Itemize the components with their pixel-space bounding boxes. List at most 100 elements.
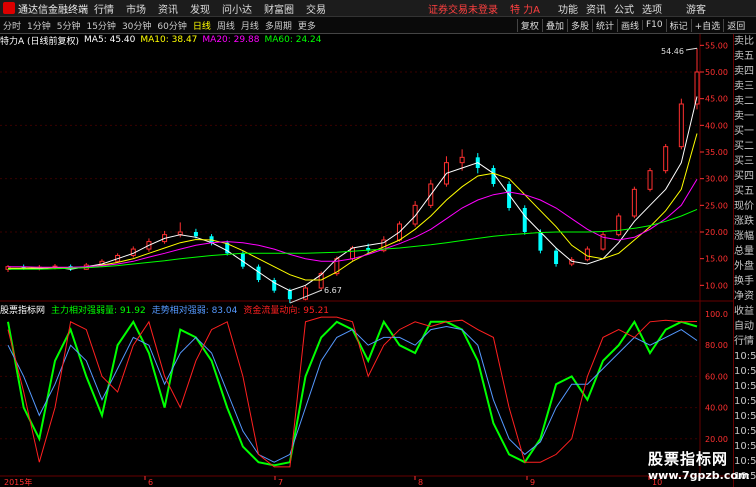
indicator-axis-label: 20.00 [705, 435, 728, 444]
low-price-annotation: 6.67 [324, 286, 342, 295]
side-panel-cell: 买三 [734, 156, 754, 167]
side-panel-cell: 10:50 [734, 411, 756, 422]
period-tab-monthly[interactable]: 月线 [241, 19, 259, 32]
price-axis-label: 45.00 [705, 95, 728, 104]
indicator-axis-label: 40.00 [705, 404, 728, 413]
period-tab-daily[interactable]: 日线 [193, 19, 211, 32]
chart-canvas[interactable]: 55.00 50.00 45.00 40.00 35.00 30.00 25.00 20.00… [0, 34, 733, 487]
app-logo-icon [3, 2, 15, 14]
price-axis-label: 55.00 [705, 41, 728, 50]
menu-item-wealth[interactable]: 财富圈 [264, 1, 294, 16]
date-axis-label: 9 [530, 478, 535, 487]
period-tab-15min[interactable]: 15分钟 [86, 19, 115, 32]
side-panel-cell: 买四 [734, 171, 754, 182]
period-tab-timeshare[interactable]: 分时 [3, 19, 21, 32]
price-axis-label: 30.00 [705, 175, 728, 184]
candle-body-down [538, 232, 543, 251]
side-panel-cell: 10:50 [734, 381, 756, 392]
user-label[interactable]: 游客 [686, 1, 706, 16]
indicator-line-1 [7, 319, 698, 467]
watermark-line2: www.7gpzb.com [648, 469, 750, 482]
period-tab-60min[interactable]: 60分钟 [157, 19, 186, 32]
side-panel-cell: 净资 [734, 291, 754, 302]
indicator-axis-label: 80.00 [705, 341, 728, 350]
side-panel-cell: 涨幅 [734, 231, 754, 242]
period-tab-5min[interactable]: 5分钟 [57, 19, 81, 32]
candle-body-up [631, 188, 637, 217]
price-axis-label: 40.00 [705, 121, 728, 130]
side-panel-cell: 卖二 [734, 96, 754, 107]
period-tab-1min[interactable]: 1分钟 [27, 19, 51, 32]
menu-item-ask[interactable]: 问小达 [222, 1, 252, 16]
side-panel-cell: 自动 [734, 321, 754, 332]
price-axis-label: 50.00 [705, 68, 728, 77]
watermark: 股票指标网 www.7gpzb.com [648, 448, 749, 482]
stats-button[interactable]: 统计 [591, 18, 617, 32]
period-tab-more[interactable]: 更多 [298, 19, 316, 32]
date-axis-label: 8 [418, 478, 423, 487]
indicator-line-2 [7, 325, 698, 463]
current-stock-name: 特 力A [510, 4, 541, 16]
mark-button[interactable]: 标记 [665, 18, 691, 32]
draw-line-button[interactable]: 画线 [616, 18, 642, 32]
overlay-button[interactable]: 叠加 [541, 18, 567, 32]
add-watchlist-button[interactable]: +自选 [690, 18, 724, 32]
side-panel-cell: 现价 [734, 201, 754, 212]
quote-side-panel: 卖比 卖五 卖四 卖三 卖二 卖一 买一 买二 买三 买四 买五 现价 涨跌 涨幅 总量 外盘 换手 净资 收益 自动… [733, 34, 756, 487]
menu-item-options[interactable]: 选项 [642, 1, 662, 16]
side-panel-cell: 10:50 [734, 351, 756, 362]
menu-item-discover[interactable]: 发现 [190, 1, 210, 16]
menu-item-quotes[interactable]: 行情 [94, 1, 114, 16]
candle-body-up [616, 215, 622, 236]
side-panel-cell: 10:50 [734, 396, 756, 407]
side-panel-cell: 卖一 [734, 111, 754, 122]
trade-login-alert[interactable]: 证券交易未登录 [428, 1, 498, 16]
price-axis-label: 35.00 [705, 148, 728, 157]
side-panel-cell: 涨跌 [734, 216, 754, 227]
side-panel-cell: 10:50 [734, 366, 756, 377]
price-axis-label: 20.00 [705, 228, 728, 237]
menu-item-info[interactable]: 资讯 [586, 1, 606, 16]
high-annotation-pointer [685, 47, 698, 51]
indicator-axis-label: 100.0 [705, 310, 728, 319]
period-tab-30min[interactable]: 30分钟 [122, 19, 151, 32]
period-tab-weekly[interactable]: 周线 [217, 19, 235, 32]
side-panel-cell: 买五 [734, 186, 754, 197]
candle-body-up [584, 248, 590, 261]
candle-body-down [193, 232, 198, 237]
side-panel-cell: 卖四 [734, 66, 754, 77]
period-tab-multi[interactable]: 多周期 [265, 19, 292, 32]
adjust-button[interactable]: 复权 [516, 18, 542, 32]
menu-item-function[interactable]: 功能 [558, 1, 578, 16]
watermark-line1: 股票指标网 [648, 450, 729, 468]
menu-item-formula[interactable]: 公式 [614, 1, 634, 16]
side-panel-cell: 买一 [734, 126, 754, 137]
side-panel-cell: 卖比 [734, 36, 754, 47]
candle-body-up [647, 170, 653, 190]
price-axis-label: 25.00 [705, 201, 728, 210]
candle-body-up [694, 71, 700, 105]
candle-body-up [350, 247, 355, 260]
menu-item-news[interactable]: 资讯 [158, 1, 178, 16]
date-axis-label: 7 [278, 478, 283, 487]
candle-body-up [678, 103, 684, 148]
side-panel-cell: 收益 [734, 306, 754, 317]
period-toolbar: 分时 1分钟 5分钟 15分钟 30分钟 60分钟 日线 周线 月线 多周期 更… [0, 17, 756, 34]
indicator-axis-label: 60.00 [705, 372, 728, 381]
candle-body-down [522, 208, 527, 232]
side-panel-cell: 卖五 [734, 51, 754, 62]
candle-body-up [459, 156, 465, 164]
side-panel-cell: 换手 [734, 276, 754, 287]
indicator-line-3 [7, 316, 698, 468]
multi-stock-button[interactable]: 多股 [566, 18, 592, 32]
candle-body-down [554, 250, 559, 264]
menu-bar: 通达信金融终端 行情 市场 资讯 发现 问小达 财富圈 交易 证券交易未登录 特… [0, 0, 756, 17]
high-price-annotation: 54.46 [661, 47, 684, 56]
side-panel-cell: 行情 [734, 336, 754, 347]
candle-body-up [663, 146, 669, 172]
back-button[interactable]: 返回 [723, 18, 748, 32]
f10-button[interactable]: F10 [642, 20, 666, 30]
menu-item-market[interactable]: 市场 [126, 1, 146, 16]
menu-item-trade[interactable]: 交易 [306, 1, 326, 16]
side-panel-cell: 总量 [734, 246, 754, 257]
